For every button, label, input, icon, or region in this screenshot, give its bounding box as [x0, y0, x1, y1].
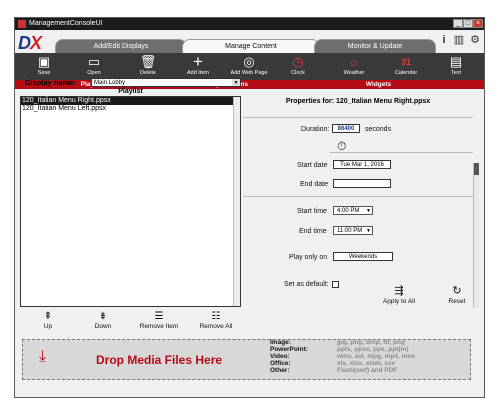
close-button[interactable]: ×	[473, 19, 483, 28]
apply-all-icon: ⇶	[394, 285, 404, 297]
maximize-button[interactable]: □	[463, 19, 473, 28]
divider	[330, 152, 473, 153]
section-widgets: Widgets	[365, 81, 392, 88]
weather-icon: ☼	[348, 54, 360, 69]
start-date-label: Start date	[297, 162, 328, 169]
toolbar: ▣ Save ▭ Open 🗑 Delete + Add Item ◎ Add Web P…	[15, 53, 484, 80]
clock-button[interactable]: ◷ Clock	[283, 53, 313, 80]
remove-all-icon: ☷	[211, 311, 221, 322]
display-name-select[interactable]: Main Lobby ▼	[91, 78, 241, 87]
reset-button[interactable]: ↻ Reset	[442, 285, 472, 305]
end-time-value: 11:00 PM	[337, 228, 363, 234]
delete-button[interactable]: 🗑 Delete	[133, 53, 163, 80]
trash-icon: 🗑	[139, 54, 157, 69]
drop-zone-text: Drop Media Files Here	[96, 353, 223, 367]
window-title: ManagementConsoleUI	[29, 20, 103, 27]
arrow-down-icon: ⇟	[98, 311, 108, 322]
start-time-label: Start time	[297, 208, 327, 215]
start-time-value: 4:00 PM	[337, 208, 360, 214]
list-item[interactable]: 120_Italian Menu Right.ppsx	[21, 97, 240, 105]
move-down-button[interactable]: ⇟ Down	[86, 311, 120, 330]
file-type-values: jpg, png, bmp, tif, png pptx, ppsx, pps,…	[337, 339, 415, 374]
file-type-label: Other:	[270, 367, 290, 374]
plus-icon: +	[193, 52, 203, 71]
file-type-value: xls, xlsx, xlsm, csv	[337, 360, 396, 367]
calendar-button[interactable]: 31 Calendar	[389, 53, 423, 80]
file-type-value: pptx, ppsx, pps, ppt(m)	[337, 346, 409, 353]
folder-icon: ▭	[87, 54, 101, 69]
file-type-label: PowerPoint:	[270, 346, 308, 353]
dx-logo: DX	[18, 33, 42, 53]
set-as-default-label: Set as default:	[284, 281, 329, 288]
divider	[243, 196, 473, 197]
weather-button[interactable]: ☼ Weather	[337, 53, 371, 80]
file-type-value: jpg, png, bmp, tif, png	[337, 339, 405, 346]
save-icon: ▣	[37, 54, 51, 69]
minimize-button[interactable]: _	[453, 19, 463, 28]
web-page-icon: ◎	[243, 54, 255, 69]
set-as-default-checkbox[interactable]	[332, 281, 339, 288]
app-icon	[18, 20, 26, 28]
tab-add-edit-displays[interactable]: Add/Edit Displays	[55, 39, 187, 53]
text-icon: ▤	[449, 54, 463, 69]
remove-item-icon: ☰	[154, 311, 164, 322]
start-date-field[interactable]: Tue Mar 1, 2016	[333, 160, 391, 169]
end-date-label: End date	[300, 181, 329, 188]
arrow-up-icon: ⇞	[43, 311, 53, 322]
playlist-list[interactable]: 120_Italian Menu Right.ppsx 120_Italian …	[20, 96, 241, 307]
chevron-down-icon: ▼	[232, 79, 240, 86]
properties-title: Properties for: 120_Italian Menu Right.p…	[285, 98, 431, 105]
playlist-header: Playlist	[118, 88, 143, 95]
list-item[interactable]: 120_Italian Menu Left.ppsx	[21, 105, 240, 113]
add-web-page-button[interactable]: ◎ Add Web Page	[225, 53, 273, 80]
calendar-icon: 31	[400, 57, 411, 67]
refresh-icon: ↻	[452, 285, 462, 297]
info-icon[interactable]: i	[438, 34, 450, 46]
properties-scrollbar[interactable]	[473, 163, 479, 308]
remove-all-button[interactable]: ☷ Remove All	[193, 311, 239, 330]
scrollbar-thumb[interactable]	[474, 163, 479, 175]
text-button[interactable]: ▤ Text	[441, 53, 471, 80]
file-type-label: Video:	[270, 353, 290, 360]
duration-field[interactable]: 86400	[332, 124, 360, 133]
tab-manage-content[interactable]: Manage Content	[182, 39, 320, 53]
play-only-on-field[interactable]: Weekends	[333, 252, 393, 261]
display-name-value: Main Lobby	[94, 80, 126, 86]
open-button[interactable]: ▭ Open	[79, 53, 109, 80]
file-type-label: Office:	[270, 360, 291, 367]
remove-item-button[interactable]: ☰ Remove Item	[134, 311, 184, 330]
title-bar: ManagementConsoleUI _ □ ×	[15, 18, 484, 30]
download-icon: ⤓	[39, 348, 47, 365]
add-item-button[interactable]: + Add Item	[181, 53, 215, 80]
playlist-scrollbar[interactable]	[233, 97, 240, 306]
display-name-label: Display name:	[25, 78, 76, 87]
duration-unit: seconds	[365, 126, 392, 133]
duration-label: Duration:	[301, 126, 330, 133]
end-date-field[interactable]	[333, 179, 391, 188]
play-only-on-label: Play only on	[289, 254, 328, 261]
chevron-down-icon: ▼	[366, 228, 371, 234]
move-up-button[interactable]: ⇞ Up	[33, 311, 63, 330]
save-button[interactable]: ▣ Save	[29, 53, 59, 80]
start-time-select[interactable]: 4:00 PM ▼	[333, 206, 373, 215]
end-time-select[interactable]: 11:00 PM ▼	[333, 226, 373, 235]
end-time-label: End time	[299, 228, 327, 235]
tab-monitor-update[interactable]: Monitor & Update	[314, 39, 436, 53]
file-type-value: wmv, avi, mpg, mp4, mov	[337, 353, 415, 360]
book-icon[interactable]: ▥	[453, 34, 465, 46]
divider	[243, 117, 473, 118]
clock-icon: ◷	[292, 54, 304, 69]
apply-to-all-button[interactable]: ⇶ Apply to All	[379, 285, 419, 305]
file-type-value: Flash(swf) and PDF	[337, 367, 398, 374]
file-type-labels: Image: PowerPoint: Video: Office: Other:	[270, 339, 308, 374]
gear-icon[interactable]: ⚙	[469, 34, 481, 46]
file-type-label: Image:	[270, 339, 291, 346]
chevron-down-icon: ▼	[366, 208, 371, 214]
